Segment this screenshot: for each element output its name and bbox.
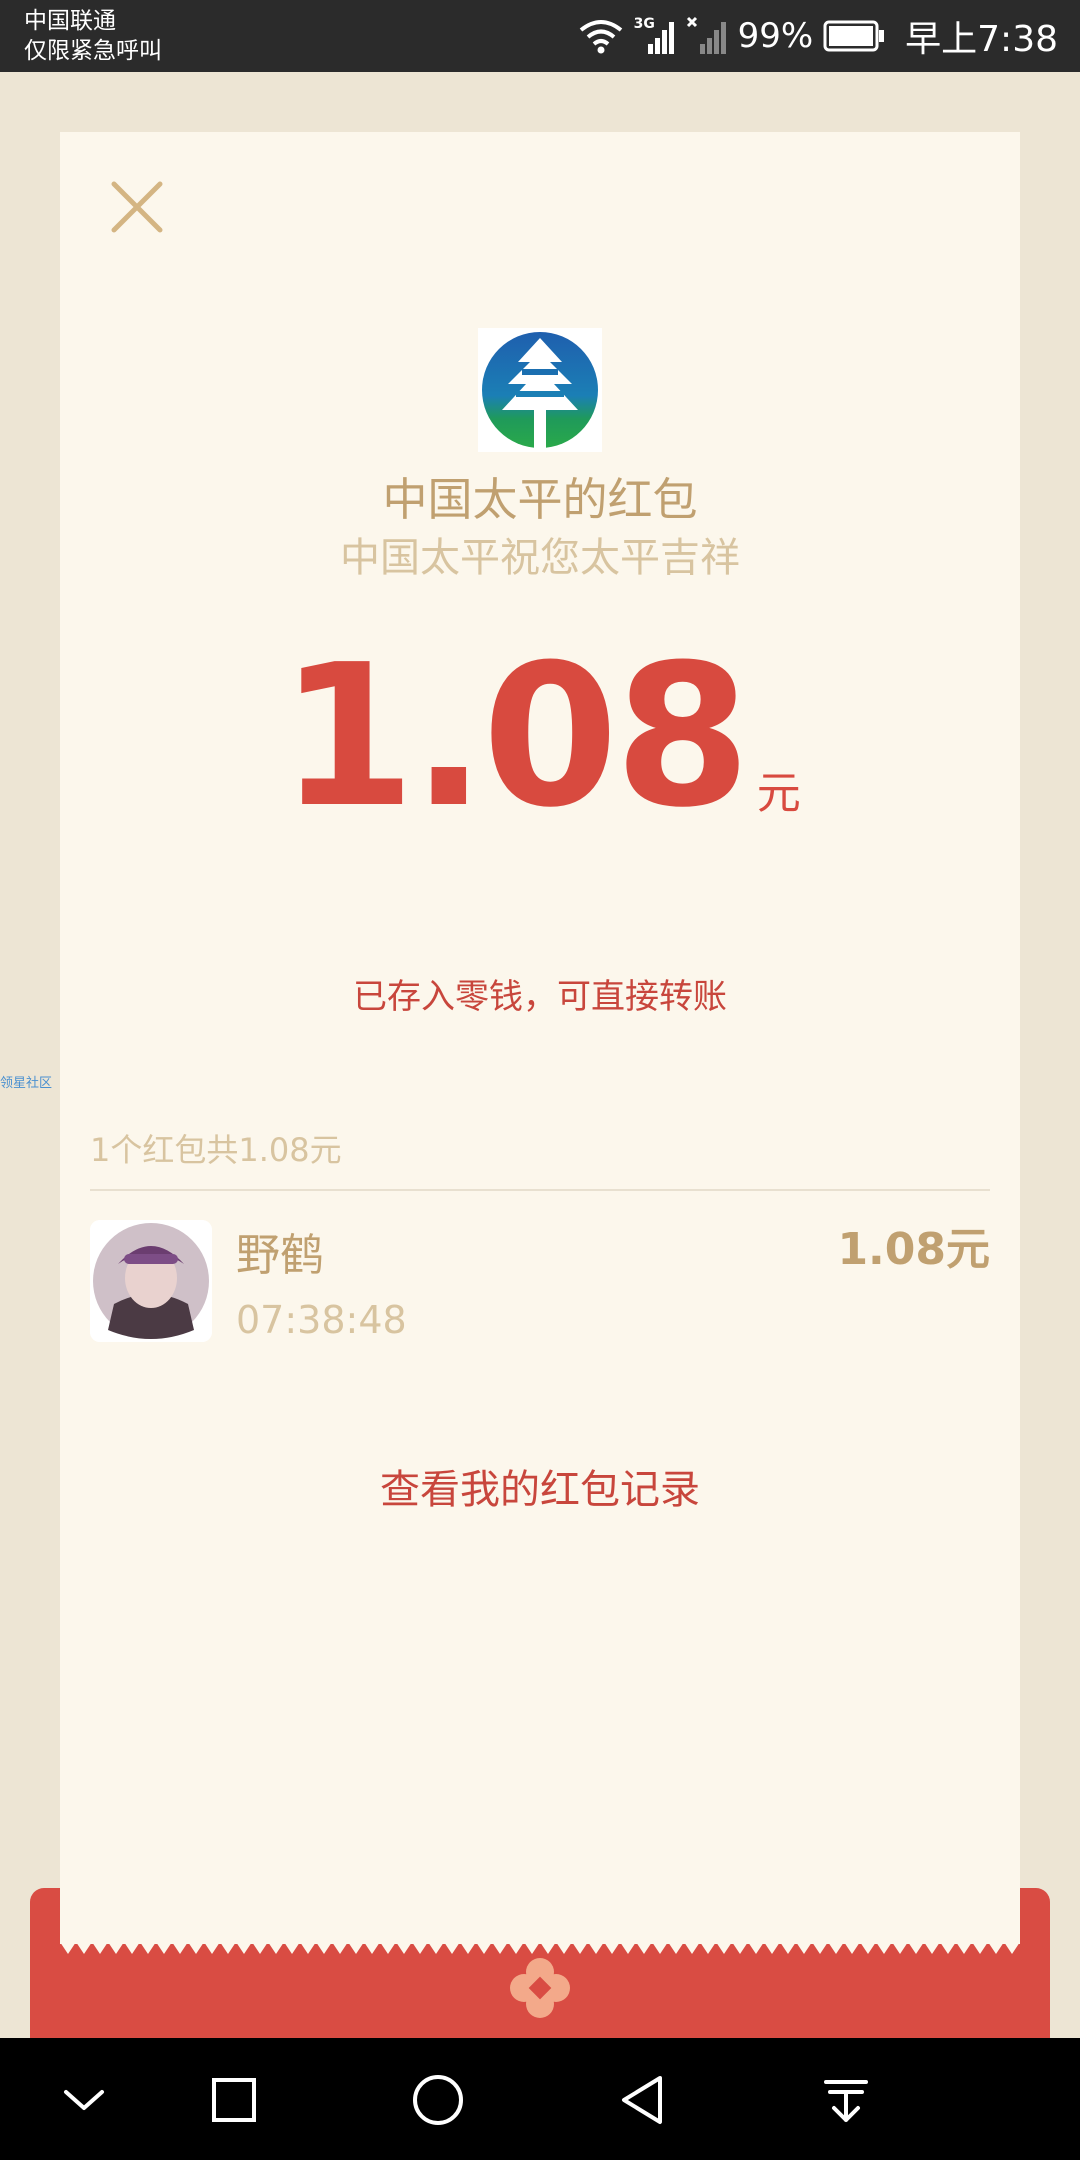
saved-to-change-note[interactable]: 已存入零钱，可直接转账 <box>60 972 1020 1022</box>
signal-bars-no-sim-icon <box>686 16 726 54</box>
red-packet-card: 中国太平的红包 中国太平祝您太平吉祥 1.08 元 已存入零钱，可直接转账 1个… <box>60 132 1020 1954</box>
signal-3g: 3G <box>634 16 676 56</box>
chevron-down-icon[interactable] <box>44 2060 124 2140</box>
flower-clasp-icon[interactable] <box>508 1956 572 2020</box>
navigation-bar <box>0 2038 1080 2160</box>
red-packet-detail-page: 中国联通 仅限紧急呼叫 3G 99% 早上7:38 中国太平的红包 中国太平祝您… <box>0 0 1080 2160</box>
record-amount: 1.08元 <box>837 1224 990 1275</box>
amount-value: 1.08 <box>279 623 751 851</box>
triangle-back-icon[interactable] <box>602 2060 682 2140</box>
square-recents-icon[interactable] <box>194 2060 274 2140</box>
receive-time: 07:38:48 <box>236 1298 407 1342</box>
emergency-calls-only: 仅限紧急呼叫 <box>24 38 162 64</box>
close-icon[interactable] <box>104 174 170 240</box>
amount-display: 1.08 元 <box>60 623 1020 851</box>
brand-subtitle: 中国太平祝您太平吉祥 <box>340 535 740 581</box>
status-indicators: 3G 99% 早上7:38 <box>578 0 1058 72</box>
packet-summary: 1个红包共1.08元 <box>90 1131 342 1169</box>
signal-bars-icon <box>647 22 674 54</box>
card-zigzag-edge <box>60 1942 1020 1954</box>
brand-title: 中国太平的红包 <box>382 473 698 526</box>
status-bar: 中国联通 仅限紧急呼叫 3G 99% 早上7:38 <box>0 0 1080 72</box>
clock: 早上7:38 <box>905 19 1058 60</box>
circle-home-icon[interactable] <box>398 2060 478 2140</box>
sender-name: 野鹤 <box>236 1230 324 1281</box>
battery-icon <box>823 20 885 52</box>
view-history-link[interactable]: 查看我的红包记录 <box>60 1462 1020 1518</box>
side-watermark: 领星社区 <box>0 1076 53 1091</box>
divider <box>90 1189 990 1191</box>
carrier-info: 中国联通 仅限紧急呼叫 <box>24 6 162 66</box>
list-item: 野鹤 07:38:48 1.08元 <box>90 1220 990 1344</box>
download-icon[interactable] <box>806 2060 886 2140</box>
battery-percent: 99% <box>737 16 814 56</box>
carrier-name: 中国联通 <box>24 8 116 34</box>
pine-tree-logo-icon <box>478 328 602 452</box>
avatar[interactable] <box>90 1220 212 1342</box>
amount-unit: 元 <box>756 768 801 819</box>
wifi-icon <box>579 20 622 54</box>
